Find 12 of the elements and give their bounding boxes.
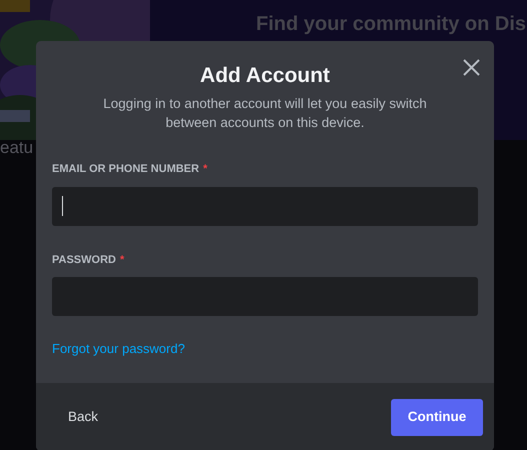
continue-button[interactable]: Continue (391, 398, 483, 436)
close-button[interactable] (461, 57, 482, 78)
page-heading: Find your community on Dis (256, 12, 526, 36)
input-field[interactable] (52, 186, 478, 226)
forgot-password-link[interactable]: Forgot your password? (52, 339, 185, 359)
field-label: EMAIL OR PHONE NUMBER * (52, 162, 208, 178)
dialog-description: Logging in to another account will let you easily switch between accounts on this device. (102, 95, 428, 132)
field-label: PASSWORD * (52, 252, 124, 268)
dialog-title: Add Account (199, 63, 331, 88)
back-button[interactable]: Back (52, 398, 114, 436)
section-heading: eatu (0, 137, 34, 159)
input-field[interactable] (52, 277, 478, 316)
